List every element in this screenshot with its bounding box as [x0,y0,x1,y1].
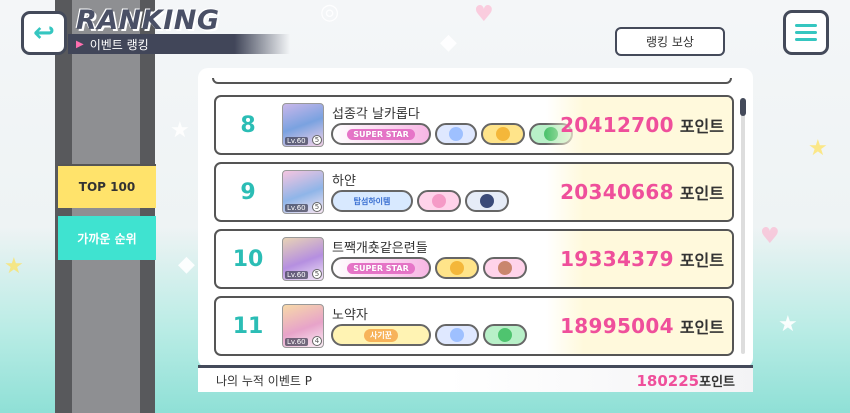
panel-top-edge [212,78,732,84]
player-name: 노약자 [332,308,368,323]
badge-icon [435,257,479,279]
player-avatar[interactable]: Lv.60 5 [282,237,324,281]
back-arrow-icon: ↩ [33,18,55,48]
superstar-badge: SUPER STAR [331,257,431,279]
my-points-label: 나의 누적 이벤트 P [216,373,312,388]
badge-icon [483,257,527,279]
avatar-level: Lv.60 [285,137,308,145]
avatar-star-rank: 5 [312,202,322,212]
badge-icon [435,123,477,145]
my-points-unit: 포인트 [699,374,735,390]
page-subtitle-bar: ▶ 이벤트 랭킹 [68,34,290,54]
background-deco: ◆ [440,30,457,55]
avatar-level: Lv.60 [285,204,308,212]
ranking-row[interactable]: 10 Lv.60 5 트짹개춋같은련들 SUPER STAR 19334379 … [214,229,734,289]
ranking-scrollbar[interactable] [740,98,746,354]
my-points-display: 180225포인트 [636,371,735,390]
rank-number: 9 [240,179,256,205]
badge-icon [483,324,527,346]
avatar-star-rank: 5 [312,135,322,145]
title-badge: 탑섬하이템 [331,190,413,212]
player-avatar[interactable]: Lv.60 5 [282,170,324,214]
points-area: 20340668 포인트 [546,164,732,220]
points-value: 20340668 [560,180,674,204]
rank-number: 8 [240,112,256,138]
background-deco: ★ [170,118,190,143]
avatar-star-rank: 4 [312,336,322,346]
tab-top100[interactable]: TOP 100 [58,164,156,208]
points-unit: 포인트 [679,184,724,203]
player-name: 하얀 [332,174,356,189]
ranking-reward-button[interactable]: 랭킹 보상 [615,27,725,56]
points-unit: 포인트 [679,318,724,337]
background-deco: ◆ [178,252,195,277]
tab-top100-label: TOP 100 [78,180,136,194]
points-unit: 포인트 [679,251,724,270]
player-name: 섭종각 날카롭다 [332,107,420,122]
badge-icon [481,123,525,145]
background-deco: ★ [778,312,798,337]
background-deco: ◎ [320,0,340,25]
my-points-value: 180225 [636,371,700,390]
play-triangle-icon: ▶ [76,38,84,50]
menu-button[interactable] [783,10,829,55]
ranking-row[interactable]: 9 Lv.60 5 하얀 탑섬하이템 20340668 포인트 [214,162,734,222]
superstar-badge: SUPER STAR [331,123,431,145]
background-star-icon: ★ [808,136,828,161]
points-value: 19334379 [560,247,674,271]
title-badge: 사기꾼 [331,324,431,346]
page-subtitle: 이벤트 랭킹 [89,37,149,52]
tab-nearby-rank-label: 가까운 순위 [77,231,137,246]
badge-icon [417,190,461,212]
hamburger-menu-icon [795,24,817,27]
player-badges: SUPER STAR [331,257,527,279]
points-area: 19334379 포인트 [546,231,732,287]
avatar-star-rank: 5 [312,269,322,279]
points-unit: 포인트 [679,117,724,136]
ranking-row[interactable]: 8 Lv.60 5 섭종각 날카롭다 SUPER STAR 20412700 포… [214,95,734,155]
points-value: 20412700 [560,113,674,137]
avatar-level: Lv.60 [285,338,308,346]
background-heart-icon: ♥ [474,2,494,27]
player-name: 트짹개춋같은련들 [332,241,428,256]
avatar-level: Lv.60 [285,271,308,279]
page-title: RANKING [76,5,220,36]
badge-icon [465,190,509,212]
ranking-row[interactable]: 11 Lv.60 4 노약자 사기꾼 18995004 포인트 [214,296,734,356]
ranking-reward-label: 랭킹 보상 [646,35,694,49]
player-badges: 탑섬하이템 [331,190,509,212]
player-badges: SUPER STAR [331,123,573,145]
background-heart-icon: ♥ [760,224,780,249]
points-area: 20412700 포인트 [546,97,732,153]
badge-icon [435,324,479,346]
rank-number: 11 [232,313,264,339]
points-area: 18995004 포인트 [546,298,732,354]
my-points-footer: 나의 누적 이벤트 P 180225포인트 [198,365,753,392]
points-value: 18995004 [560,314,674,338]
player-avatar[interactable]: Lv.60 5 [282,103,324,147]
tab-nearby-rank[interactable]: 가까운 순위 [58,216,156,260]
back-button[interactable]: ↩ [21,11,67,55]
player-avatar[interactable]: Lv.60 4 [282,304,324,348]
rank-number: 10 [232,246,264,272]
scrollbar-thumb[interactable] [740,98,746,116]
background-star-icon: ★ [4,254,24,279]
player-badges: 사기꾼 [331,324,527,346]
